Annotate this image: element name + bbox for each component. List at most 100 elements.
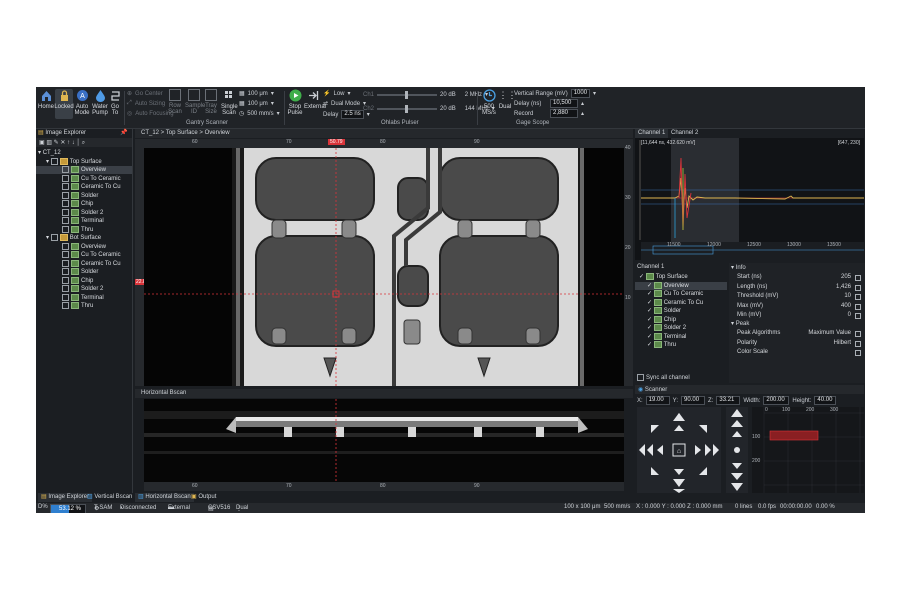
dual-mode-select[interactable]: ⇄ Dual Mode ▾ <box>323 100 366 108</box>
tree-item[interactable]: Thru <box>36 302 132 310</box>
property-edit-icon[interactable] <box>855 331 861 337</box>
property-row[interactable]: Max (mV) 400 <box>729 302 865 311</box>
panel-pin-icon[interactable]: 📌 <box>120 129 127 138</box>
channel-item[interactable]: ✓ Overview <box>635 281 727 290</box>
tray-size-button[interactable]: Tray Size <box>204 89 218 119</box>
scanner-y-input[interactable]: 90.00 <box>681 396 706 405</box>
cscan-image[interactable] <box>144 148 624 386</box>
pulser-delay-input[interactable]: 2.5 ns <box>341 110 364 119</box>
single-scan-button[interactable]: Single Scan <box>221 89 238 119</box>
tab-channel-2[interactable]: Channel 2 <box>668 129 701 138</box>
bscan-icon: ▥ <box>138 494 144 500</box>
property-edit-icon[interactable] <box>855 313 861 319</box>
ch2-gain-slider[interactable] <box>377 104 438 113</box>
scan-area-map[interactable]: 0 100 200 300 100 200 <box>752 407 864 493</box>
ch2-gain-row: Ch2 20 dB 144 MHz ▾ <box>363 104 495 113</box>
property-edit-icon[interactable] <box>855 340 861 347</box>
channel-item[interactable]: ✓ Thru <box>635 341 727 349</box>
pulse-energy-select[interactable]: ⚡ Low ▾ <box>323 90 351 98</box>
auto-sizing-button[interactable]: ⤢ Auto Sizing <box>127 100 165 107</box>
tree-item[interactable]: Cu To Ceramic <box>36 174 132 183</box>
tree-item[interactable]: Solder 2 <box>36 285 132 293</box>
property-row[interactable]: Start (ns) 205 <box>729 273 865 282</box>
stop-pulse-button[interactable]: Stop Pulse <box>287 89 303 119</box>
channel-item[interactable]: ✓ Cu To Ceramic <box>635 290 727 298</box>
auto-mode-button[interactable]: A Auto Mode <box>74 89 90 119</box>
locked-button[interactable]: Locked <box>54 89 74 119</box>
dual-channel-button[interactable]: ⋮⋮ Dual <box>498 89 517 119</box>
property-row[interactable]: Color Scale <box>729 348 865 357</box>
sample-rate-select[interactable]: 500 MS/s <box>480 89 498 119</box>
channel-item[interactable]: ✓ Terminal <box>635 332 727 341</box>
tree-item[interactable]: Terminal <box>36 217 132 225</box>
waveform-plot[interactable]: [11,644 ns, 432.620 mV] [647, 230] 11500… <box>635 138 864 260</box>
sync-all-checkbox[interactable]: Sync all channel <box>637 374 690 381</box>
tab-horizontal-bscan[interactable]: ▥ Horizontal Bscan <box>135 493 194 502</box>
property-row[interactable]: Peak Algorithms Maximum Value <box>729 329 865 338</box>
go-center-button[interactable]: ⊕ Go Center <box>127 90 163 98</box>
tree-label: Terminal <box>81 294 104 301</box>
property-value: 205 <box>840 274 851 280</box>
scanner-height-input[interactable]: 40.00 <box>814 396 837 405</box>
tree-item[interactable]: Chip <box>36 276 132 285</box>
property-row[interactable]: Length (ns) 1,426 <box>729 283 865 292</box>
goto-button[interactable]: Go To <box>109 89 121 119</box>
info-section-header[interactable]: ▾ Info <box>731 264 746 271</box>
channel-item[interactable]: ✓ Solder <box>635 307 727 315</box>
tab-output[interactable]: ▣ Output <box>188 493 219 502</box>
channel-group[interactable]: ✓ Top Surface <box>635 273 727 281</box>
property-row[interactable]: Threshold (mV) 10 <box>729 292 865 301</box>
tree-item[interactable]: Thru <box>36 225 132 234</box>
tree-item[interactable]: Ceramic To Cu <box>36 183 132 191</box>
scanner-z-input[interactable]: 33.21 <box>716 396 741 405</box>
tree-item[interactable]: Solder <box>36 191 132 200</box>
tree-root[interactable]: ▾ CT_12 <box>36 149 132 157</box>
water-pump-button[interactable]: Water Pump <box>92 89 108 119</box>
tab-channel-1[interactable]: Channel 1 <box>635 129 669 138</box>
sample-id-button[interactable]: Sample ID <box>185 89 205 119</box>
property-row[interactable]: Polarity Hilbert <box>729 339 865 348</box>
bscan-image[interactable] <box>144 399 624 482</box>
tree-item[interactable]: Solder <box>36 268 132 276</box>
channel-item[interactable]: ✓ Chip <box>635 315 727 324</box>
explorer-toolbar-icons[interactable]: ▣ ▥ ✎ ✕ ↑ ↓ │ ⌕ <box>39 139 85 147</box>
resolution-x-select[interactable]: ▦ 100 μm ▾ <box>239 90 274 98</box>
tree-item[interactable]: Overview <box>36 166 132 174</box>
resolution-y-select[interactable]: ▦ 100 μm ▾ <box>239 100 274 108</box>
tree-item[interactable]: Solder 2 <box>36 208 132 217</box>
scope-delay-input[interactable]: 10,500 <box>550 99 578 108</box>
dual-mode-icon: ⇄ <box>323 101 329 107</box>
row-scan-button[interactable]: Row Scan <box>168 89 182 119</box>
external-trigger-button[interactable]: External <box>304 89 326 119</box>
auto-focusing-button[interactable]: ◎ Auto Focusing <box>127 110 174 118</box>
tree-group[interactable]: ▾ Bot Surface <box>36 234 132 242</box>
peak-section-header[interactable]: ▾ Peak <box>731 320 749 327</box>
property-edit-icon[interactable] <box>855 294 861 300</box>
ch1-gain-slider[interactable] <box>377 90 438 99</box>
property-edit-icon[interactable] <box>855 275 861 281</box>
tree-label: Solder <box>81 269 99 276</box>
position-status: X : 0.000 Y : 0.000 Z : 0.000 mm <box>636 504 723 510</box>
tree-item[interactable]: Chip <box>36 200 132 208</box>
scanner-width-input[interactable]: 200.00 <box>763 396 790 405</box>
property-edit-icon[interactable] <box>855 284 861 291</box>
property-row[interactable]: Min (mV) 0 <box>729 311 865 320</box>
property-edit-icon[interactable] <box>855 350 861 356</box>
scanner-x-input[interactable]: 19.00 <box>645 396 670 405</box>
vertical-range-input[interactable]: 1000 <box>570 89 591 98</box>
tree-item[interactable]: Cu To Ceramic <box>36 251 132 259</box>
tree-group[interactable]: ▾ Top Surface <box>36 157 132 166</box>
speed-select[interactable]: ◷ 500 mm/s ▾ <box>239 110 280 118</box>
tree-item[interactable]: Ceramic To Cu <box>36 259 132 268</box>
channel-item[interactable]: ✓ Solder 2 <box>635 324 727 332</box>
tree-item[interactable]: Terminal <box>36 293 132 302</box>
fps-status: 0.0 fps <box>758 504 777 510</box>
property-key: Polarity <box>737 339 758 346</box>
channel-item[interactable]: ✓ Ceramic To Cu <box>635 298 727 307</box>
home-button[interactable]: Home <box>38 89 54 119</box>
property-edit-icon[interactable] <box>855 303 861 310</box>
record-input[interactable]: 2,880 <box>550 109 578 118</box>
map-tick: 200 <box>752 458 761 464</box>
tree-item[interactable]: Overview <box>36 242 132 251</box>
tab-vertical-bscan[interactable]: ▥ Vertical Bscan <box>84 493 135 502</box>
